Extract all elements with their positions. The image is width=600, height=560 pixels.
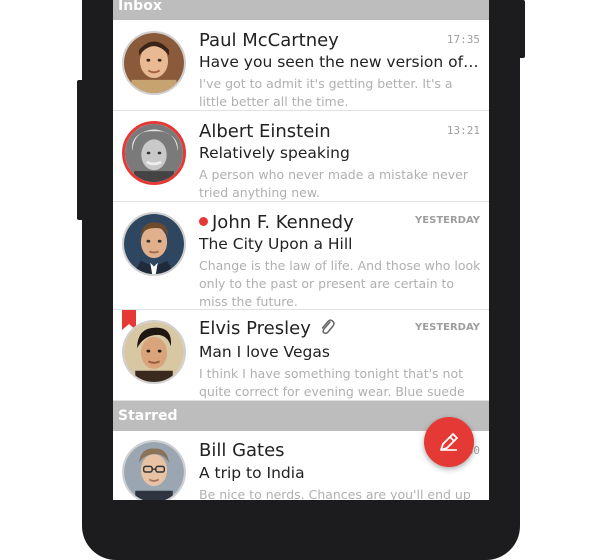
message-subject: A trip to India	[199, 464, 305, 482]
message-row[interactable]: Paul McCartney 17:35 Have you seen the n…	[113, 20, 489, 111]
message-row[interactable]: Albert Einstein 13:21 Relatively speakin…	[113, 111, 489, 202]
message-subject: Man I love Vegas	[199, 343, 330, 361]
sender-name-wrapper: John F. Kennedy	[199, 212, 354, 233]
avatar[interactable]	[122, 320, 186, 384]
message-time: 13:21	[446, 124, 480, 137]
message-row[interactable]: Elvis Presley YESTERDAY Man I love Vegas…	[113, 310, 489, 401]
sender-name: John F. Kennedy	[212, 212, 354, 233]
message-time: 17:35	[446, 33, 480, 46]
message-preview: Change is the law of life. And those who…	[199, 258, 481, 309]
avatar[interactable]	[122, 31, 186, 95]
message-preview: Be nice to nerds. Chances are you'll end…	[199, 487, 471, 500]
sender-name: Paul McCartney	[199, 30, 339, 51]
message-preview: A person who never made a mistake never …	[199, 167, 469, 200]
message-subject: Relatively speaking	[199, 144, 350, 162]
avatar-photo	[124, 33, 184, 93]
message-time: YESTERDAY	[415, 322, 480, 333]
compose-button[interactable]	[424, 417, 474, 467]
paperclip-icon	[321, 319, 335, 335]
section-header-inbox: Inbox	[113, 0, 489, 20]
sender-name: Elvis Presley	[199, 318, 311, 339]
message-time: YESTERDAY	[415, 215, 480, 226]
avatar-photo	[124, 214, 184, 274]
avatar[interactable]	[122, 121, 186, 185]
avatar-photo	[125, 124, 183, 182]
unread-dot	[199, 217, 208, 226]
avatar[interactable]	[122, 440, 186, 500]
avatar-photo	[124, 322, 184, 382]
sender-name: Bill Gates	[199, 440, 285, 461]
avatar[interactable]	[122, 212, 186, 276]
message-row[interactable]: John F. Kennedy YESTERDAY The City Upon …	[113, 202, 489, 310]
message-preview: I think I have something tonight that's …	[199, 366, 465, 399]
message-subject: The City Upon a Hill	[199, 235, 353, 253]
message-subject: Have you seen the new version of Mi...	[199, 53, 481, 71]
avatar-photo	[124, 442, 184, 500]
sender-name: Albert Einstein	[199, 121, 331, 142]
sender-name-wrapper: Elvis Presley	[199, 318, 335, 339]
message-preview: I've got to admit it's getting better. I…	[199, 76, 453, 109]
pen-icon	[440, 433, 458, 451]
